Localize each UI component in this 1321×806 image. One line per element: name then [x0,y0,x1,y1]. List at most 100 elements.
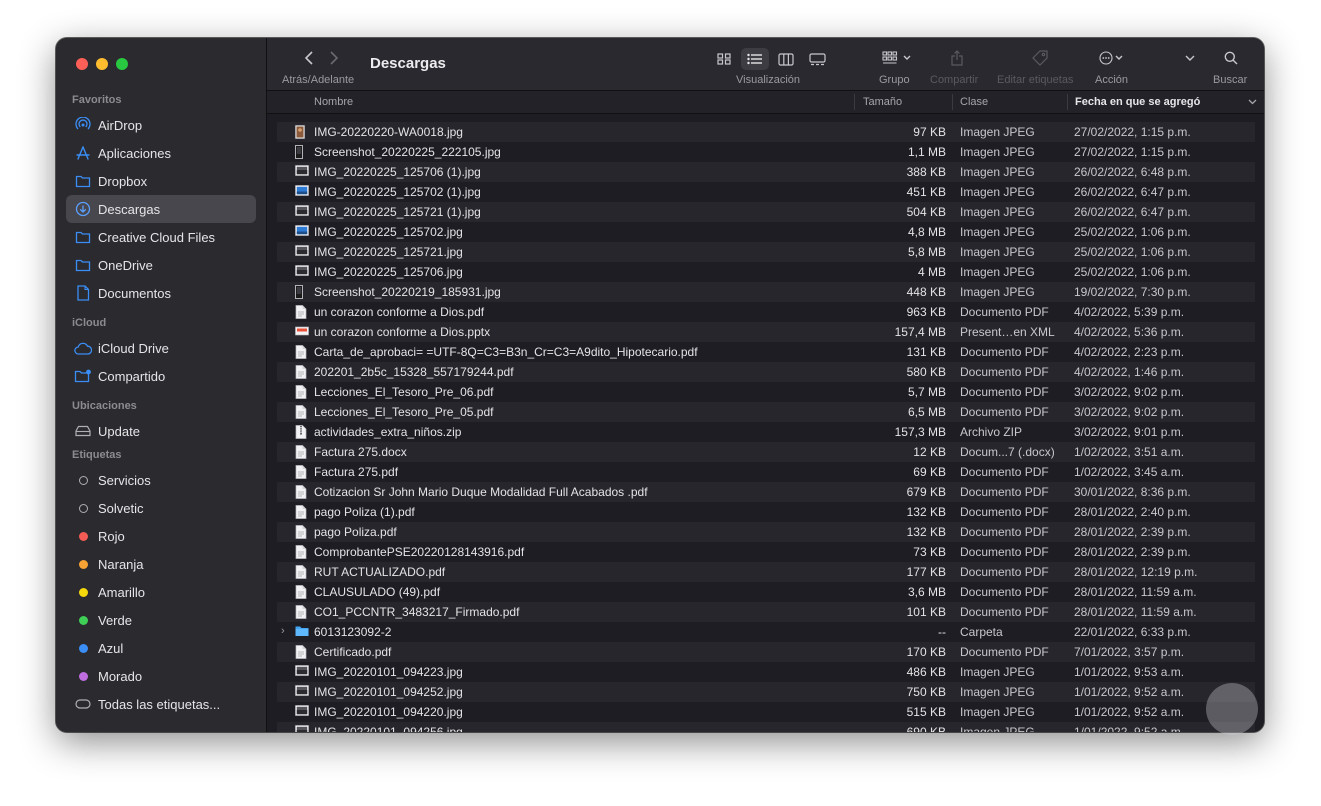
file-row[interactable]: pago Poliza.pdf 132 KB Documento PDF 28/01/… [277,522,1255,542]
file-row[interactable]: Certificado.pdf 170 KB Documento PDF 7/01/2… [277,642,1255,662]
sidebar-item-descargas[interactable]: Descargas [66,195,256,223]
file-row[interactable]: IMG_20220101_094256.jpg 690 KB Imagen JPEG… [277,722,1255,732]
file-row[interactable]: RUT ACTUALIZADO.pdf 177 KB Documento PDF 28… [277,562,1255,582]
sidebar-item-label: Azul [98,640,124,656]
close-button[interactable] [76,58,88,70]
sort-chevron-icon[interactable] [1248,99,1257,105]
column-size-header[interactable]: Tamaño [863,96,902,108]
action-button[interactable] [1098,50,1130,66]
file-row[interactable]: actividades_extra_niños.zip 157,3 MB Archi… [277,422,1255,442]
file-row[interactable]: Screenshot_20220225_222105.jpg 1,1 MB Imag… [277,142,1255,162]
file-row[interactable]: IMG_20220101_094252.jpg 750 KB Imagen JPEG… [277,682,1255,702]
file-row[interactable]: IMG-20220220-WA0018.jpg 97 KB Imagen JPEG 2… [277,122,1255,142]
file-date-added: 1/01/2022, 9:52 a.m. [1074,685,1185,699]
window-controls [76,58,128,70]
file-kind: Imagen JPEG [960,685,1035,699]
file-row[interactable]: Factura 275.pdf 69 KB Documento PDF 1/02/20… [277,462,1255,482]
file-row[interactable]: IMG_20220225_125706 (1).jpg 388 KB Imagen … [277,162,1255,182]
sidebar-item-todas-las-etiquetas[interactable]: Todas las etiquetas... [66,690,256,718]
file-row[interactable]: IMG_20220225_125702.jpg 4,8 MB Imagen JPEG… [277,222,1255,242]
file-doc-icon [295,485,307,502]
file-name: un corazon conforme a Dios.pdf [314,305,485,319]
column-kind-header[interactable]: Clase [960,96,988,108]
file-row[interactable]: Screenshot_20220219_185931.jpg 448 KB Imag… [277,282,1255,302]
more-toolbar-button[interactable] [1184,50,1196,66]
file-row[interactable]: IMG_20220225_125721.jpg 5,8 MB Imagen JPEG… [277,242,1255,262]
file-date-added: 26/02/2022, 6:47 p.m. [1074,185,1191,199]
sidebar-item-dropbox[interactable]: Dropbox [66,167,256,195]
disclosure-chevron-icon[interactable]: › [281,625,285,637]
sidebar-item-morado[interactable]: Morado [66,662,256,690]
file-kind: Documento PDF [960,525,1049,539]
view-label: Visualización [736,74,801,86]
file-kind: Documento PDF [960,545,1049,559]
file-row[interactable]: ComprobantePSE20220128143916.pdf 73 KB Doc… [277,542,1255,562]
tag-color-dot-icon [74,639,92,657]
file-doc-icon [295,365,307,382]
sidebar-item-compartido[interactable]: Compartido [66,362,256,390]
file-size: 5,8 MB [907,245,946,259]
file-image-icon [295,265,309,279]
file-doc-icon [295,505,307,522]
file-row[interactable]: Cotizacion Sr John Mario Duque Modalidad… [277,482,1255,502]
list-view-button[interactable] [741,48,769,70]
zoom-button[interactable] [116,58,128,70]
sidebar-item-solvetic[interactable]: Solvetic [66,494,256,522]
tag-color-dot-icon [74,667,92,685]
file-row[interactable]: IMG_20220225_125706.jpg 4 MB Imagen JPEG 25… [277,262,1255,282]
sidebar-item-servicios[interactable]: Servicios [66,466,256,494]
file-name: ComprobantePSE20220128143916.pdf [314,545,525,559]
sidebar-item-icloud-drive[interactable]: iCloud Drive [66,334,256,362]
file-row[interactable]: CO1_PCCNTR_3483217_Firmado.pdf 101 KB Docu… [277,602,1255,622]
gallery-view-button[interactable] [803,48,831,70]
column-divider[interactable] [952,94,953,110]
column-divider[interactable] [1067,94,1068,110]
file-size: 451 KB [906,185,946,199]
file-kind: Docum...7 (.docx) [960,445,1055,459]
sidebar-item-aplicaciones[interactable]: Aplicaciones [66,139,256,167]
tag-color-dot-icon [74,611,92,629]
file-row[interactable]: pago Poliza (1).pdf 132 KB Documento PDF 28… [277,502,1255,522]
sidebar-item-label: Compartido [98,368,166,384]
column-date-header[interactable]: Fecha en que se agregó [1075,96,1200,108]
sidebar-item-update[interactable]: Update [66,417,256,445]
file-row[interactable]: IMG_20220225_125702 (1).jpg 451 KB Imagen … [277,182,1255,202]
search-button[interactable] [1223,50,1239,66]
file-row[interactable]: IMG_20220101_094220.jpg 515 KB Imagen JPEG… [277,702,1255,722]
file-row[interactable]: IMG_20220101_094223.jpg 486 KB Imagen JPEG… [277,662,1255,682]
file-row[interactable]: CLAUSULADO (49).pdf 3,6 MB Documento PDF 28… [277,582,1255,602]
file-date-added: 27/02/2022, 1:15 p.m. [1074,145,1191,159]
icon-view-button[interactable] [710,48,738,70]
sidebar-item-naranja[interactable]: Naranja [66,550,256,578]
back-button[interactable] [301,50,317,66]
file-row[interactable]: Lecciones_El_Tesoro_Pre_06.pdf 5,7 MB Docu… [277,382,1255,402]
sidebar-item-amarillo[interactable]: Amarillo [66,578,256,606]
file-row[interactable]: un corazon conforme a Dios.pdf 963 KB Docu… [277,302,1255,322]
forward-button[interactable] [326,50,342,66]
file-row[interactable]: Factura 275.docx 12 KB Docum...7 (.docx) 1/… [277,442,1255,462]
group-button[interactable] [881,50,913,66]
file-row[interactable]: Carta_de_aprobaci= =UTF-8Q=C3=B3n_Cr=C3=… [277,342,1255,362]
sidebar-item-verde[interactable]: Verde [66,606,256,634]
file-date-added: 3/02/2022, 9:02 p.m. [1074,405,1185,419]
file-row[interactable]: › 6013123092-2 -- Carpeta 22/01/2022, 6:33 p… [277,622,1255,642]
file-row[interactable]: 202201_2b5c_15328_557179244.pdf 580 KB Doc… [277,362,1255,382]
sidebar-item-creative-cloud-files[interactable]: Creative Cloud Files [66,223,256,251]
sidebar-item-rojo[interactable]: Rojo [66,522,256,550]
column-view-button[interactable] [772,48,800,70]
edit-tags-button[interactable] [1031,50,1049,66]
file-row[interactable]: Lecciones_El_Tesoro_Pre_05.pdf 6,5 MB Docu… [277,402,1255,422]
file-row[interactable]: IMG_20220225_125721 (1).jpg 504 KB Imagen … [277,202,1255,222]
file-row[interactable]: un corazon conforme a Dios.pptx 157,4 MB P… [277,322,1255,342]
column-name-header[interactable]: Nombre [314,96,353,108]
sidebar-item-onedrive[interactable]: OneDrive [66,251,256,279]
file-size: -- [938,625,946,639]
sidebar-item-documentos[interactable]: Documentos [66,279,256,307]
file-size: 97 KB [913,125,946,139]
file-image-blue-icon [295,225,309,239]
sidebar-item-airdrop[interactable]: AirDrop [66,111,256,139]
share-button[interactable] [949,50,965,66]
column-divider[interactable] [854,94,855,110]
sidebar-item-azul[interactable]: Azul [66,634,256,662]
minimize-button[interactable] [96,58,108,70]
